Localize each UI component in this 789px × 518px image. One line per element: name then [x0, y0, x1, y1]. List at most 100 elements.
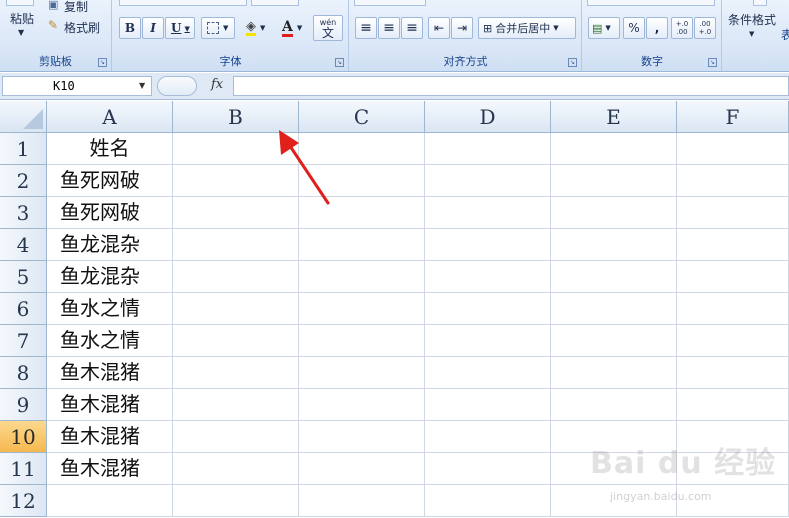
cell-f8[interactable] [677, 357, 789, 389]
cell-b2[interactable] [173, 165, 299, 197]
cell-b12[interactable] [173, 485, 299, 517]
row-header-6[interactable]: 6 [0, 293, 47, 325]
column-header-e[interactable]: E [551, 101, 677, 133]
cell-d8[interactable] [425, 357, 551, 389]
cell-f10[interactable] [677, 421, 789, 453]
cell-e5[interactable] [551, 261, 677, 293]
cell-b6[interactable] [173, 293, 299, 325]
conditional-format-dropdown-arrow[interactable]: ▼ [749, 30, 754, 38]
name-box[interactable]: K10 [2, 76, 152, 96]
align-center-button[interactable]: ≡ [378, 17, 400, 39]
cell-f7[interactable] [677, 325, 789, 357]
cell-b9[interactable] [173, 389, 299, 421]
cell-c1[interactable] [299, 133, 425, 165]
cell-b5[interactable] [173, 261, 299, 293]
column-header-b[interactable]: B [173, 101, 299, 133]
column-header-d[interactable]: D [425, 101, 551, 133]
cell-f5[interactable] [677, 261, 789, 293]
column-header-c[interactable]: C [299, 101, 425, 133]
align-right-button[interactable]: ≡ [401, 17, 423, 39]
cell-f4[interactable] [677, 229, 789, 261]
row-header-11[interactable]: 11 [0, 453, 47, 485]
cell-e9[interactable] [551, 389, 677, 421]
fill-color-button[interactable]: ◈ ▼ [241, 17, 275, 39]
cell-a7[interactable]: 鱼水之情 [47, 325, 173, 357]
increase-decimal-button[interactable]: +.0 .00 [671, 17, 693, 39]
cell-a4[interactable]: 鱼龙混杂 [47, 229, 173, 261]
underline-button[interactable]: U ▼ [165, 17, 195, 39]
bold-button[interactable]: B [119, 17, 141, 39]
cell-d6[interactable] [425, 293, 551, 325]
cell-c8[interactable] [299, 357, 425, 389]
copy-button[interactable]: 复制 [64, 0, 88, 15]
select-all-button[interactable] [0, 101, 47, 133]
cell-b1[interactable] [173, 133, 299, 165]
column-header-f[interactable]: F [677, 101, 789, 133]
font-color-button[interactable]: A ▼ [277, 17, 309, 39]
formula-bar-resize-handle[interactable] [157, 76, 197, 96]
cell-d11[interactable] [425, 453, 551, 485]
cell-a1[interactable]: 姓名 [47, 133, 173, 165]
cell-c6[interactable] [299, 293, 425, 325]
cell-d12[interactable] [425, 485, 551, 517]
cell-b3[interactable] [173, 197, 299, 229]
accounting-format-button[interactable]: ▤ ▼ [588, 17, 620, 39]
phonetic-guide-button[interactable]: wén 文 [313, 15, 343, 41]
cell-a6[interactable]: 鱼水之情 [47, 293, 173, 325]
paste-button[interactable]: 粘贴 [10, 10, 34, 27]
clipboard-dialog-launcher-icon[interactable]: ↘ [98, 58, 107, 67]
row-header-8[interactable]: 8 [0, 357, 47, 389]
cell-e6[interactable] [551, 293, 677, 325]
cell-b7[interactable] [173, 325, 299, 357]
row-header-5[interactable]: 5 [0, 261, 47, 293]
cell-c9[interactable] [299, 389, 425, 421]
cell-f11[interactable] [677, 453, 789, 485]
cell-b11[interactable] [173, 453, 299, 485]
cell-c4[interactable] [299, 229, 425, 261]
cell-b8[interactable] [173, 357, 299, 389]
cell-e2[interactable] [551, 165, 677, 197]
alignment-dialog-launcher-icon[interactable]: ↘ [568, 58, 577, 67]
cell-e1[interactable] [551, 133, 677, 165]
cell-d10[interactable] [425, 421, 551, 453]
cell-c11[interactable] [299, 453, 425, 485]
row-header-10[interactable]: 10 [0, 421, 47, 453]
cell-d9[interactable] [425, 389, 551, 421]
cell-f6[interactable] [677, 293, 789, 325]
cell-d2[interactable] [425, 165, 551, 197]
cell-a3[interactable]: 鱼死网破 [47, 197, 173, 229]
cell-e10[interactable] [551, 421, 677, 453]
cell-c5[interactable] [299, 261, 425, 293]
cell-f2[interactable] [677, 165, 789, 197]
row-header-3[interactable]: 3 [0, 197, 47, 229]
cell-c10[interactable] [299, 421, 425, 453]
decrease-indent-button[interactable]: ⇤ [428, 17, 450, 39]
cell-f1[interactable] [677, 133, 789, 165]
comma-style-button[interactable]: , [646, 17, 668, 39]
cell-e8[interactable] [551, 357, 677, 389]
cell-b4[interactable] [173, 229, 299, 261]
cell-a5[interactable]: 鱼龙混杂 [47, 261, 173, 293]
italic-button[interactable]: I [142, 17, 164, 39]
cell-f3[interactable] [677, 197, 789, 229]
row-header-12[interactable]: 12 [0, 485, 47, 517]
cell-e12[interactable] [551, 485, 677, 517]
cell-a10[interactable]: 鱼木混猪 [47, 421, 173, 453]
formula-input[interactable] [233, 76, 789, 96]
align-left-button[interactable]: ≡ [355, 17, 377, 39]
merge-center-button[interactable]: ⊞ 合并后居中 ▼ [478, 17, 576, 39]
cell-e4[interactable] [551, 229, 677, 261]
format-as-table-button[interactable]: 表 [781, 26, 789, 43]
cell-e11[interactable] [551, 453, 677, 485]
cell-f12[interactable] [677, 485, 789, 517]
cell-c7[interactable] [299, 325, 425, 357]
cell-c3[interactable] [299, 197, 425, 229]
cell-d1[interactable] [425, 133, 551, 165]
cell-d5[interactable] [425, 261, 551, 293]
row-header-2[interactable]: 2 [0, 165, 47, 197]
cell-e7[interactable] [551, 325, 677, 357]
column-header-a[interactable]: A [47, 101, 173, 133]
cell-f9[interactable] [677, 389, 789, 421]
row-header-4[interactable]: 4 [0, 229, 47, 261]
conditional-format-button[interactable]: 条件格式 [728, 11, 776, 28]
